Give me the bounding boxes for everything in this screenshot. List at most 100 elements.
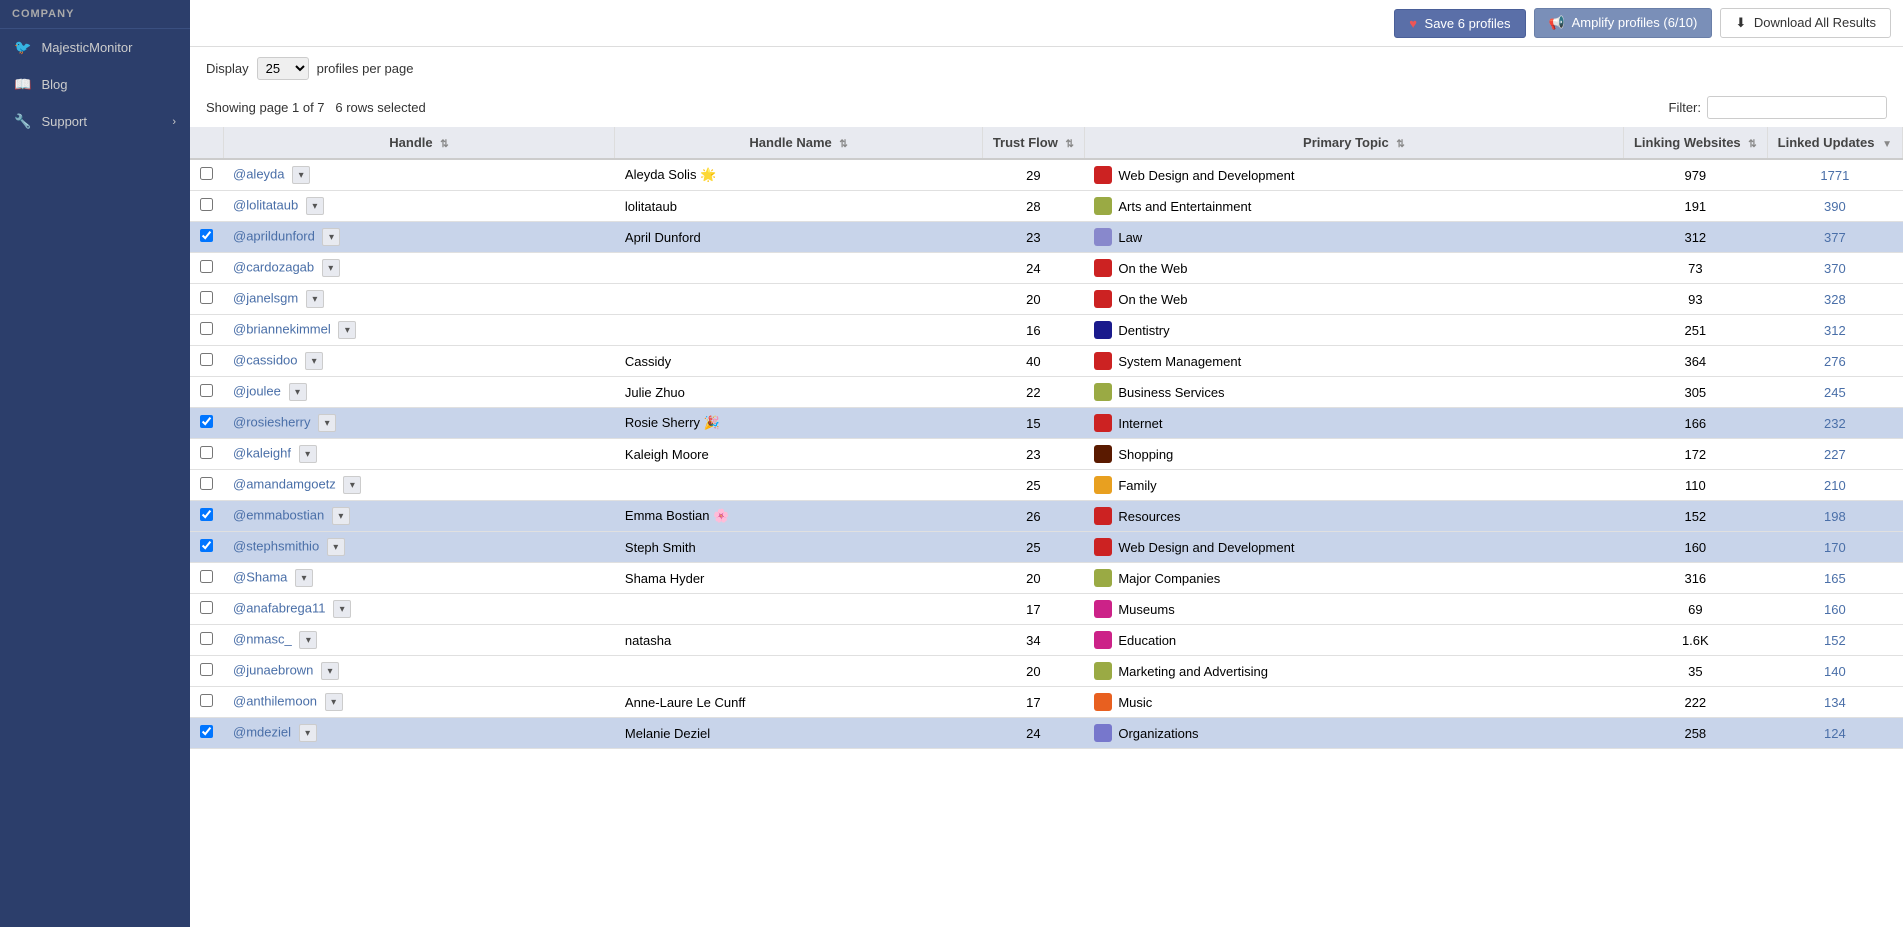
- row-checkbox[interactable]: [200, 415, 213, 428]
- sidebar-item-blog[interactable]: 📖 Blog: [0, 66, 190, 103]
- handle-link[interactable]: @briannekimmel: [233, 321, 331, 336]
- col-linking-websites[interactable]: Linking Websites ⇅: [1623, 127, 1767, 159]
- handle-link[interactable]: @joulee: [233, 383, 281, 398]
- handle-link[interactable]: @rosiesherry: [233, 414, 311, 429]
- linked-updates-link[interactable]: 160: [1824, 602, 1846, 617]
- handle-link[interactable]: @lolitataub: [233, 197, 298, 212]
- linked-updates-link[interactable]: 165: [1824, 571, 1846, 586]
- linked-updates-link[interactable]: 232: [1824, 416, 1846, 431]
- filter-input[interactable]: [1707, 96, 1887, 119]
- row-checkbox[interactable]: [200, 508, 213, 521]
- row-checkbox[interactable]: [200, 725, 213, 738]
- handle-dropdown-icon[interactable]: ▾: [318, 414, 336, 432]
- sidebar-item-majestic-monitor[interactable]: 🐦 MajesticMonitor: [0, 29, 190, 66]
- handle-link[interactable]: @junaebrown: [233, 662, 313, 677]
- row-handle-name-cell: Cassidy: [615, 346, 982, 377]
- linked-updates-link[interactable]: 390: [1824, 199, 1846, 214]
- linked-updates-link[interactable]: 198: [1824, 509, 1846, 524]
- handle-link[interactable]: @mdeziel: [233, 724, 291, 739]
- linked-updates-link[interactable]: 377: [1824, 230, 1846, 245]
- linked-updates-link[interactable]: 1771: [1820, 168, 1849, 183]
- handle-dropdown-icon[interactable]: ▾: [295, 569, 313, 587]
- row-checkbox[interactable]: [200, 198, 213, 211]
- col-linked-updates[interactable]: Linked Updates ▼: [1767, 127, 1902, 159]
- per-page-select[interactable]: 10 25 50 100: [257, 57, 309, 80]
- handle-dropdown-icon[interactable]: ▾: [322, 259, 340, 277]
- linked-updates-link[interactable]: 124: [1824, 726, 1846, 741]
- handle-link[interactable]: @aprildunford: [233, 228, 315, 243]
- handle-dropdown-icon[interactable]: ▾: [327, 538, 345, 556]
- handle-link[interactable]: @Shama: [233, 569, 287, 584]
- table-row: @janelsgm ▾ 20 On the Web 93 328: [190, 284, 1903, 315]
- handle-link[interactable]: @emmabostian: [233, 507, 324, 522]
- row-checkbox[interactable]: [200, 446, 213, 459]
- linked-updates-link[interactable]: 134: [1824, 695, 1846, 710]
- handle-dropdown-icon[interactable]: ▾: [343, 476, 361, 494]
- handle-dropdown-icon[interactable]: ▾: [299, 631, 317, 649]
- handle-dropdown-icon[interactable]: ▾: [299, 445, 317, 463]
- handle-link[interactable]: @cassidoo: [233, 352, 298, 367]
- handle-link[interactable]: @janelsgm: [233, 290, 298, 305]
- handle-dropdown-icon[interactable]: ▾: [306, 290, 324, 308]
- linked-updates-link[interactable]: 276: [1824, 354, 1846, 369]
- linked-updates-link[interactable]: 328: [1824, 292, 1846, 307]
- handle-dropdown-icon[interactable]: ▾: [333, 600, 351, 618]
- row-handle-name-cell: Melanie Deziel: [615, 718, 982, 749]
- handle-link[interactable]: @anafabrega11: [233, 600, 325, 615]
- row-checkbox[interactable]: [200, 632, 213, 645]
- handle-dropdown-icon[interactable]: ▾: [292, 166, 310, 184]
- linked-updates-link[interactable]: 245: [1824, 385, 1846, 400]
- handle-link[interactable]: @cardozagab: [233, 259, 314, 274]
- row-checkbox[interactable]: [200, 601, 213, 614]
- linked-updates-link[interactable]: 370: [1824, 261, 1846, 276]
- topic-label: Marketing and Advertising: [1118, 664, 1268, 679]
- row-checkbox[interactable]: [200, 694, 213, 707]
- table-row: @cassidoo ▾ Cassidy 40 System Management…: [190, 346, 1903, 377]
- topic-label: Resources: [1118, 509, 1180, 524]
- col-trust-flow[interactable]: Trust Flow ⇅: [982, 127, 1084, 159]
- handle-dropdown-icon[interactable]: ▾: [332, 507, 350, 525]
- handle-link[interactable]: @anthilemoon: [233, 693, 317, 708]
- linked-updates-link[interactable]: 312: [1824, 323, 1846, 338]
- amplify-profiles-button[interactable]: 📢 Amplify profiles (6/10): [1534, 8, 1713, 38]
- row-checkbox[interactable]: [200, 477, 213, 490]
- row-checkbox[interactable]: [200, 291, 213, 304]
- row-checkbox[interactable]: [200, 384, 213, 397]
- row-checkbox[interactable]: [200, 229, 213, 242]
- save-profiles-button[interactable]: ♥ Save 6 profiles: [1394, 9, 1525, 38]
- trust-flow-value: 16: [1026, 323, 1040, 338]
- row-checkbox[interactable]: [200, 322, 213, 335]
- handle-link[interactable]: @nmasc_: [233, 631, 292, 646]
- handle-dropdown-icon[interactable]: ▾: [322, 228, 340, 246]
- row-checkbox[interactable]: [200, 353, 213, 366]
- col-primary-topic[interactable]: Primary Topic ⇅: [1084, 127, 1623, 159]
- handle-link[interactable]: @stephsmithio: [233, 538, 319, 553]
- handle-link[interactable]: @aleyda: [233, 166, 285, 181]
- row-checkbox[interactable]: [200, 167, 213, 180]
- linked-updates-link[interactable]: 227: [1824, 447, 1846, 462]
- handle-link[interactable]: @kaleighf: [233, 445, 291, 460]
- handle-dropdown-icon[interactable]: ▾: [305, 352, 323, 370]
- linked-updates-link[interactable]: 152: [1824, 633, 1846, 648]
- topic-label: System Management: [1118, 354, 1241, 369]
- linking-websites-value: 160: [1684, 540, 1706, 555]
- linked-updates-link[interactable]: 210: [1824, 478, 1846, 493]
- handle-dropdown-icon[interactable]: ▾: [306, 197, 324, 215]
- handle-link[interactable]: @amandamgoetz: [233, 476, 336, 491]
- handle-dropdown-icon[interactable]: ▾: [338, 321, 356, 339]
- row-checkbox[interactable]: [200, 539, 213, 552]
- linked-updates-link[interactable]: 140: [1824, 664, 1846, 679]
- handle-dropdown-icon[interactable]: ▾: [321, 662, 339, 680]
- row-checkbox[interactable]: [200, 260, 213, 273]
- handle-dropdown-icon[interactable]: ▾: [289, 383, 307, 401]
- row-checkbox[interactable]: [200, 663, 213, 676]
- col-handle-name[interactable]: Handle Name ⇅: [615, 127, 982, 159]
- book-icon: 📖: [14, 76, 31, 93]
- handle-dropdown-icon[interactable]: ▾: [299, 724, 317, 742]
- handle-dropdown-icon[interactable]: ▾: [325, 693, 343, 711]
- sidebar-item-support[interactable]: 🔧 Support ›: [0, 103, 190, 140]
- download-all-button[interactable]: ⬇ Download All Results: [1720, 8, 1891, 38]
- col-handle[interactable]: Handle ⇅: [223, 127, 615, 159]
- row-checkbox[interactable]: [200, 570, 213, 583]
- linked-updates-link[interactable]: 170: [1824, 540, 1846, 555]
